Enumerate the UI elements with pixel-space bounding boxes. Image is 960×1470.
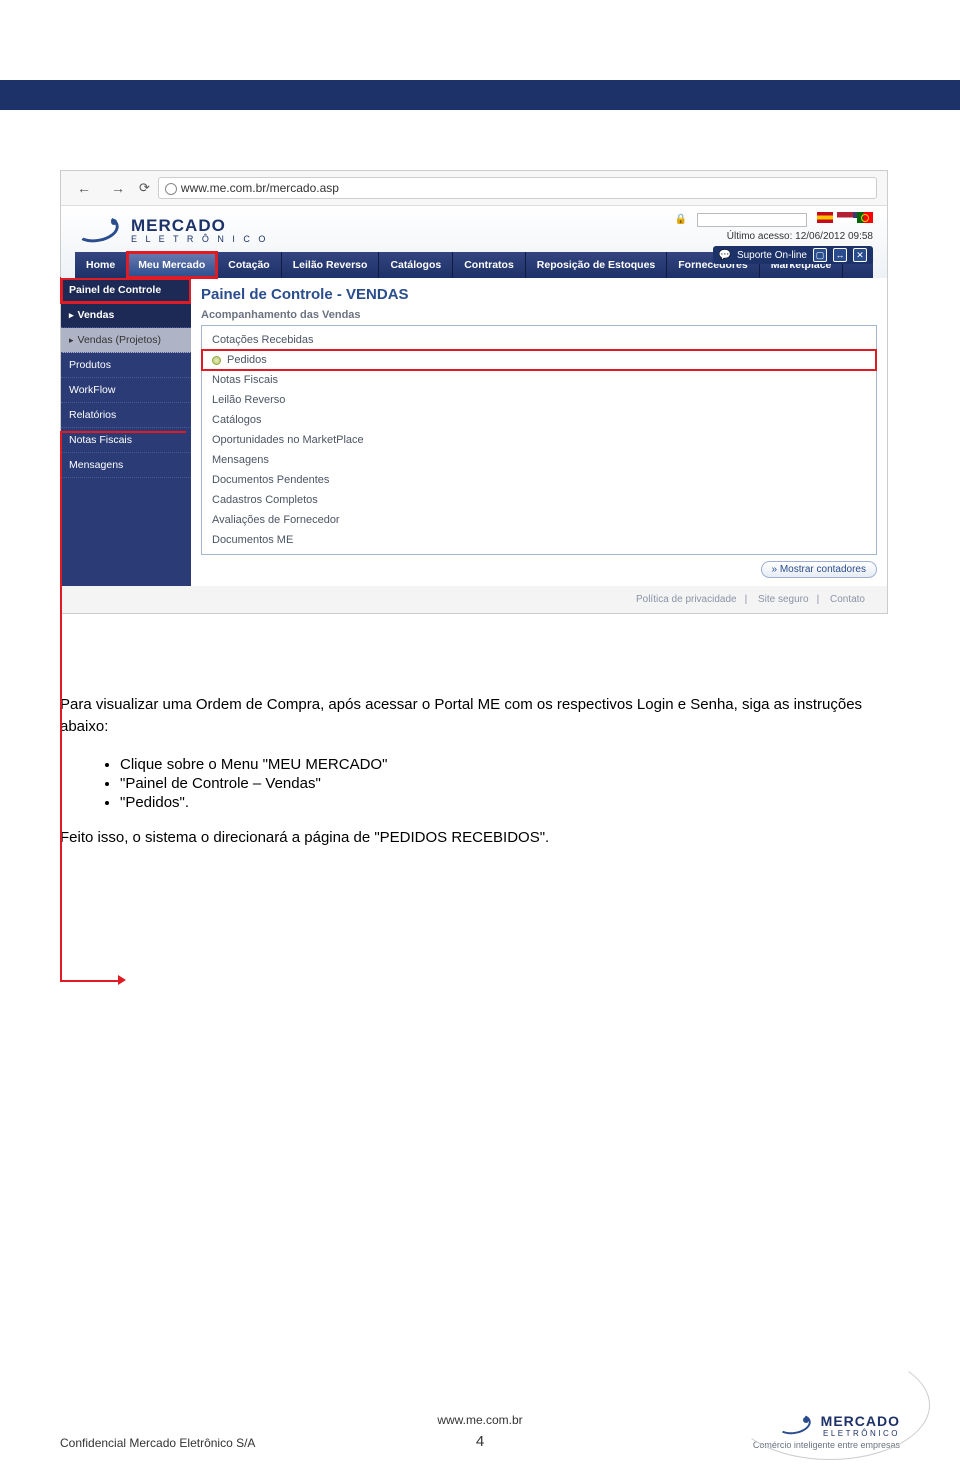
page-footer: Confidencial Mercado Eletrônico S/A www.… xyxy=(60,1436,900,1450)
list-item[interactable]: Avaliações de Fornecedor xyxy=(202,510,876,530)
list-item[interactable]: Leilão Reverso xyxy=(202,390,876,410)
footer-logo-swoosh-icon xyxy=(777,1414,813,1438)
flag-pt-icon[interactable] xyxy=(857,212,873,223)
list-item[interactable]: Catálogos xyxy=(202,410,876,430)
callout-line-vertical xyxy=(60,431,62,981)
final-paragraph: Feito isso, o sistema o direcionará a pá… xyxy=(60,829,900,846)
tab-catalogos[interactable]: Catálogos xyxy=(379,252,453,278)
panel-title: Painel de Controle - VENDAS xyxy=(201,286,877,303)
status-dot-icon xyxy=(212,356,221,365)
list-item[interactable]: Documentos ME xyxy=(202,530,876,550)
tab-cotacao[interactable]: Cotação xyxy=(217,252,281,278)
support-label: Suporte On-line xyxy=(737,250,807,261)
address-bar[interactable]: www.me.com.br/mercado.asp xyxy=(158,177,877,199)
tab-meu-mercado[interactable]: Meu Mercado xyxy=(127,252,217,278)
footer-link-contact[interactable]: Contato xyxy=(830,594,865,605)
support-bar[interactable]: 💬 Suporte On-line ▢ ↔ ✕ xyxy=(713,246,874,264)
last-access: Último acesso: 12/06/2012 09:58 xyxy=(675,231,873,242)
logo-swoosh-icon xyxy=(75,216,121,246)
tab-reposicao[interactable]: Reposição de Estoques xyxy=(526,252,667,278)
header-right: 🔒 Último acesso: 12/06/2012 09:58 💬 Supo… xyxy=(675,212,873,264)
tab-home[interactable]: Home xyxy=(75,252,127,278)
list-item[interactable]: Cadastros Completos xyxy=(202,490,876,510)
document-top-bar xyxy=(0,80,960,110)
footer-link-secure[interactable]: Site seguro xyxy=(758,594,809,605)
window-btn-2[interactable]: ↔ xyxy=(833,248,847,262)
list-item[interactable]: Mensagens xyxy=(202,450,876,470)
flag-us-icon[interactable] xyxy=(837,212,853,223)
sidebar-item-produtos[interactable]: Produtos xyxy=(61,353,191,378)
list-item[interactable]: Oportunidades no MarketPlace xyxy=(202,430,876,450)
list-item-pedidos[interactable]: Pedidos xyxy=(202,350,876,370)
body-paragraph: Para visualizar uma Ordem de Compra, apó… xyxy=(60,694,900,738)
footer-left: Confidencial Mercado Eletrônico S/A xyxy=(60,1436,255,1450)
footer-logo-line2: ELETRÔNICO xyxy=(821,1429,900,1438)
app-footer-links: Política de privacidade| Site seguro| Co… xyxy=(61,586,887,613)
panel-list: Cotações Recebidas Pedidos Notas Fiscais… xyxy=(201,325,877,555)
window-btn-1[interactable]: ▢ xyxy=(813,248,827,262)
bullet-item: "Painel de Controle – Vendas" xyxy=(120,775,900,792)
footer-ellipse-icon xyxy=(730,1350,930,1460)
flag-es-icon[interactable] xyxy=(817,212,833,223)
list-item[interactable]: Documentos Pendentes xyxy=(202,470,876,490)
bullet-item: Clique sobre o Menu "MEU MERCADO" xyxy=(120,756,900,773)
list-item[interactable]: Notas Fiscais xyxy=(202,370,876,390)
footer-logo: MERCADO ELETRÔNICO Comércio inteligente … xyxy=(753,1413,900,1450)
tab-leilao[interactable]: Leilão Reverso xyxy=(282,252,380,278)
panel-subtitle: Acompanhamento das Vendas xyxy=(201,309,877,321)
main-panel: Painel de Controle - VENDAS Acompanhamen… xyxy=(191,278,887,586)
sidebar-item-vendas[interactable]: Vendas xyxy=(61,303,191,328)
logo-line1: MERCADO xyxy=(131,217,268,236)
show-counters-button[interactable]: Mostrar contadores xyxy=(761,561,878,578)
forward-button[interactable]: → xyxy=(105,178,131,198)
list-item[interactable]: Cotações Recebidas xyxy=(202,330,876,350)
sidebar-item-mensagens[interactable]: Mensagens xyxy=(61,453,191,478)
sidebar-item-painel[interactable]: Painel de Controle xyxy=(61,278,191,303)
tab-contratos[interactable]: Contratos xyxy=(453,252,526,278)
language-flags xyxy=(817,212,873,223)
logo-line2: E L E T R Ô N I C O xyxy=(131,235,268,245)
reload-icon[interactable]: ⟳ xyxy=(139,180,150,196)
footer-logo-line1: MERCADO xyxy=(821,1413,900,1429)
window-btn-close[interactable]: ✕ xyxy=(853,248,867,262)
footer-link-privacy[interactable]: Política de privacidade xyxy=(636,594,737,605)
back-button[interactable]: ← xyxy=(71,178,97,198)
browser-toolbar: ← → ⟳ www.me.com.br/mercado.asp xyxy=(61,171,887,206)
screenshot-panel: ← → ⟳ www.me.com.br/mercado.asp MERCADO … xyxy=(60,170,888,614)
lock-icon: 🔒 xyxy=(675,214,687,225)
callout-arrowhead-icon xyxy=(118,975,126,985)
sidebar-item-vendas-projetos[interactable]: Vendas (Projetos) xyxy=(61,328,191,353)
bullet-item: "Pedidos". xyxy=(120,794,900,811)
sidebar-item-relatorios[interactable]: Relatórios xyxy=(61,403,191,428)
globe-icon xyxy=(165,183,177,195)
page-number: 4 xyxy=(437,1433,522,1450)
instruction-bullets: Clique sobre o Menu "MEU MERCADO" "Paine… xyxy=(120,756,900,811)
address-text: www.me.com.br/mercado.asp xyxy=(181,181,339,195)
footer-url: www.me.com.br xyxy=(437,1413,522,1427)
chat-icon: 💬 xyxy=(719,250,731,261)
header-search-input[interactable] xyxy=(697,213,807,227)
app-header: MERCADO E L E T R Ô N I C O 🔒 Último ace… xyxy=(61,206,887,278)
callout-line-top xyxy=(60,431,186,433)
callout-line-bottom xyxy=(60,980,120,982)
sidebar-item-workflow[interactable]: WorkFlow xyxy=(61,378,191,403)
